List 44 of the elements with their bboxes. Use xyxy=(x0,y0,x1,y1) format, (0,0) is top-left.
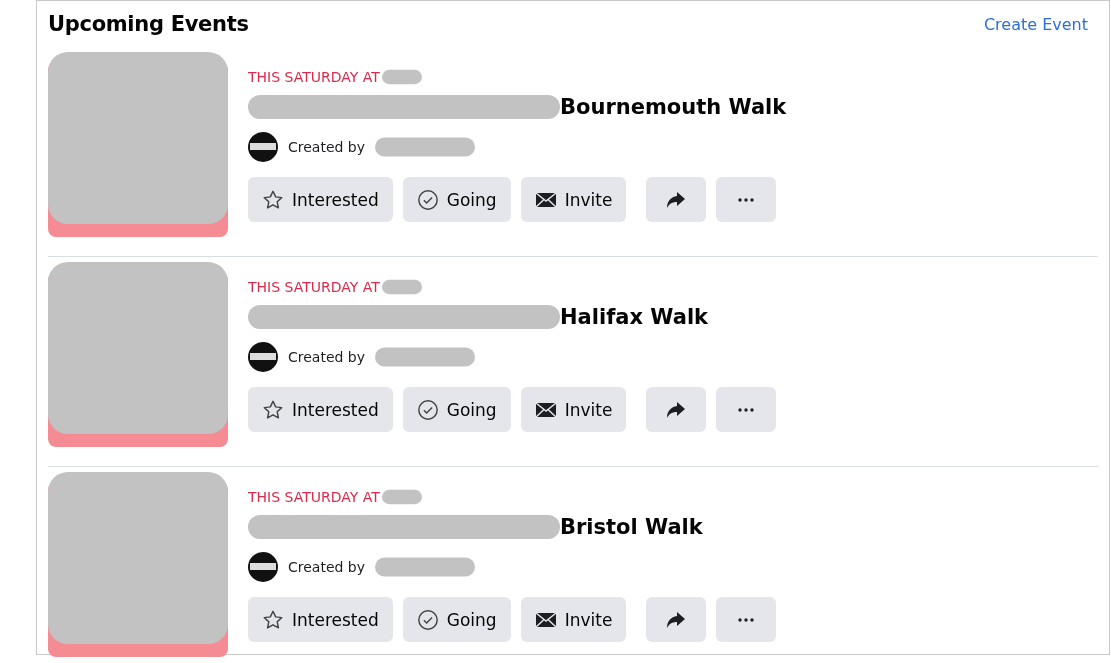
envelope-icon xyxy=(534,610,557,629)
more-icon xyxy=(738,617,755,622)
avatar-icon xyxy=(248,342,278,372)
interested-button[interactable]: Interested xyxy=(248,177,393,222)
redaction-scribble xyxy=(381,488,422,506)
event-title[interactable]: Bristol Walk xyxy=(560,515,703,539)
create-event-link[interactable]: Create Event xyxy=(983,14,1088,34)
star-icon xyxy=(262,608,284,631)
share-button[interactable] xyxy=(646,387,707,432)
more-icon xyxy=(738,197,755,202)
share-icon xyxy=(666,610,687,629)
section-title: Upcoming Events xyxy=(48,12,249,36)
envelope-icon xyxy=(534,400,557,419)
share-button[interactable] xyxy=(646,177,707,222)
going-button[interactable]: Going xyxy=(402,177,511,222)
invite-button[interactable]: Invite xyxy=(520,597,627,642)
star-icon xyxy=(262,188,284,211)
more-icon xyxy=(738,407,755,412)
invite-button[interactable]: Invite xyxy=(520,177,627,222)
event-date: THIS SATURDAY AT xyxy=(248,69,380,85)
creator-label: Created by xyxy=(288,559,366,575)
redaction-scribble xyxy=(381,278,422,296)
event-date: THIS SATURDAY AT xyxy=(248,279,380,295)
envelope-icon xyxy=(534,190,557,209)
event-title[interactable]: Halifax Walk xyxy=(560,305,709,329)
star-icon xyxy=(262,398,284,421)
going-button[interactable]: Going xyxy=(402,597,511,642)
avatar-icon xyxy=(248,132,278,162)
redaction-scribble xyxy=(381,68,422,86)
check-circle-icon xyxy=(416,608,439,631)
check-circle-icon xyxy=(416,398,439,421)
avatar-icon xyxy=(248,552,278,582)
interested-button[interactable]: Interested xyxy=(248,597,393,642)
creator-label: Created by xyxy=(288,349,366,365)
share-icon xyxy=(666,400,687,419)
creator-label: Created by xyxy=(288,139,366,155)
event-date: THIS SATURDAY AT xyxy=(248,489,380,505)
share-icon xyxy=(666,190,687,209)
going-button[interactable]: Going xyxy=(402,387,511,432)
check-circle-icon xyxy=(416,188,439,211)
event-title[interactable]: Bournemouth Walk xyxy=(560,95,787,119)
interested-button[interactable]: Interested xyxy=(248,387,393,432)
share-button[interactable] xyxy=(646,597,707,642)
invite-button[interactable]: Invite xyxy=(520,387,627,432)
